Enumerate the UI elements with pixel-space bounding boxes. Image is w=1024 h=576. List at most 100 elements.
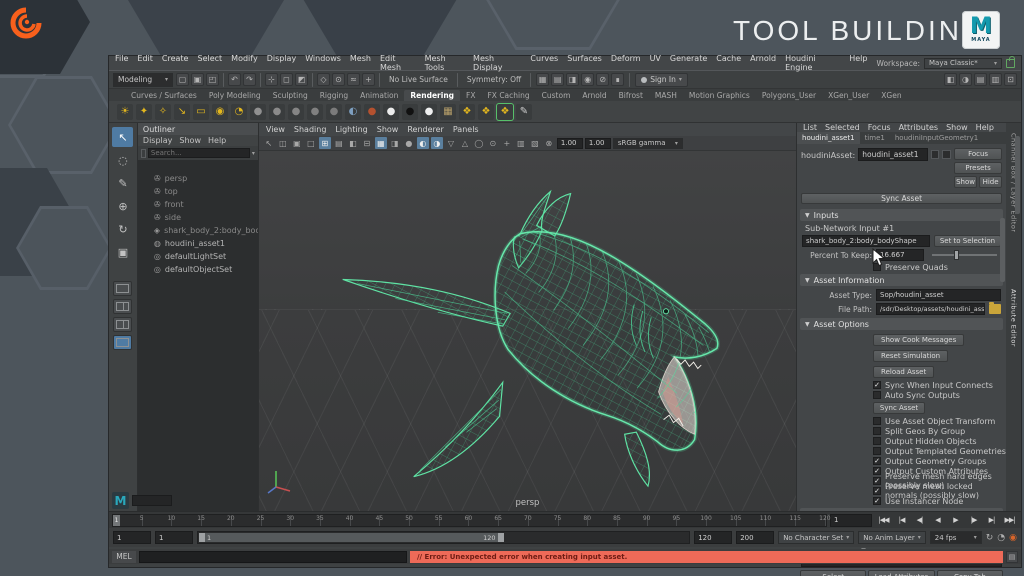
shelf-tool-icon[interactable]: ❖ [478,104,494,120]
timeline-tick[interactable]: 85 [588,515,618,526]
menu-item[interactable]: Modify [231,54,258,72]
menu-item[interactable]: UV [650,54,661,72]
status-icon[interactable]: ⊹ [265,73,278,86]
shelf-tool-icon[interactable]: ❖ [459,104,475,120]
layout-four-pane-button[interactable] [113,317,132,332]
playback-option-icon[interactable]: ↻ [986,533,994,543]
status-icon[interactable] [223,73,224,87]
shelf-tool-icon[interactable]: ◐ [345,104,361,120]
status-icon[interactable]: ▢ [176,73,189,86]
tool-icon[interactable]: ↻ [112,219,133,239]
shelf-tool-icon[interactable]: ● [326,104,342,120]
status-icon[interactable]: ∎ [611,73,624,86]
gamma-field[interactable]: 1.00 [585,138,611,149]
status-icon[interactable]: ⊙ [332,73,345,86]
option-checkbox[interactable] [873,391,881,399]
asset-type-field[interactable]: Sop/houdini_asset [876,289,1001,301]
outliner-item[interactable]: ✇ side [138,211,258,224]
viewport-menu-item[interactable]: Lighting [335,125,367,134]
viewport-display-icon[interactable]: ⊙ [487,137,499,149]
script-editor-button[interactable]: ▤ [1006,551,1018,563]
timeline-tick[interactable]: 50 [380,515,410,526]
tool-icon[interactable]: ▣ [112,242,133,262]
panel-toggle-icon[interactable]: ⊡ [1004,73,1017,86]
option-checkbox[interactable] [873,487,881,495]
percent-to-keep-slider[interactable] [932,254,997,256]
playback-button[interactable]: ◀| [911,514,928,527]
shelf-tool-icon[interactable]: ● [307,104,323,120]
viewport-display-icon[interactable]: ● [403,137,415,149]
shelf-tool-icon[interactable]: ✎ [516,104,532,120]
attribute-editor-footer-button[interactable]: Select [800,570,866,576]
inputs-section-header[interactable]: ▼Inputs [800,209,1003,221]
panel-toggle-icon[interactable]: ◑ [959,73,972,86]
timeline-tick[interactable]: 15 [172,515,202,526]
shelf-tool-icon[interactable]: ❖ [497,104,513,120]
status-icon[interactable]: ◰ [206,73,219,86]
playback-button[interactable]: ▶| [983,514,1000,527]
option-checkbox[interactable] [873,417,881,425]
menu-item[interactable]: File [115,54,128,72]
menu-item[interactable]: Generate [670,54,707,72]
shelf-tool-icon[interactable]: ▭ [193,104,209,120]
timeline-tick[interactable]: 65 [469,515,499,526]
lock-icon[interactable] [1006,59,1015,68]
status-icon[interactable] [312,73,313,87]
live-surface-label[interactable]: No Live Surface [385,75,452,84]
menu-item[interactable]: Display [267,54,297,72]
outliner-scrollbar[interactable] [1015,136,1020,214]
outliner-item[interactable]: ✇ front [138,198,258,211]
status-icon[interactable] [379,73,380,87]
shelf-tool-icon[interactable]: ◔ [231,104,247,120]
node-swatch[interactable] [931,150,940,159]
sign-in-button[interactable]: Sign In [635,73,688,87]
layout-two-pane-button[interactable] [113,299,132,314]
panel-toggle-icon[interactable]: ▤ [974,73,987,86]
attribute-editor-menu-item[interactable]: Help [976,123,994,132]
menu-item[interactable]: Create [162,54,189,72]
shelf-tab[interactable]: Curves / Surfaces [125,90,203,101]
hide-button[interactable]: Hide [979,176,1002,188]
quick-field[interactable] [132,495,172,506]
playback-option-icon[interactable]: ◔ [997,533,1005,543]
status-icon[interactable]: ▤ [551,73,564,86]
outliner-menu-item[interactable]: Show [179,136,201,145]
viewport-display-icon[interactable]: ▣ [291,137,303,149]
timeline-tick[interactable]: 55 [410,515,440,526]
viewport-display-icon[interactable]: ▽ [445,137,457,149]
shelf-tool-icon[interactable]: ● [421,104,437,120]
tool-icon[interactable]: ⊕ [112,196,133,216]
viewport-display-icon[interactable]: ◨ [389,137,401,149]
outliner-menu-item[interactable]: Help [208,136,226,145]
attribute-editor-menu-item[interactable]: Attributes [899,123,939,132]
outliner-item[interactable]: ◈ shark_body_2:body_body [138,224,258,237]
outliner-item[interactable]: ◍ houdini_asset1 [138,237,258,250]
playback-button[interactable]: |▶ [965,514,982,527]
status-icon[interactable]: ◨ [566,73,579,86]
symmetry-dropdown[interactable]: Symmetry: Off [463,75,525,84]
presets-button[interactable]: Presets [954,162,1002,174]
status-icon[interactable] [260,73,261,87]
tool-icon[interactable]: ◌ [112,150,133,170]
timeline-tick[interactable]: 100 [677,515,707,526]
attribute-editor-menu-item[interactable]: Focus [868,123,891,132]
asset-options-header[interactable]: ▼Asset Options [800,318,1003,330]
outliner-item[interactable]: ✇ top [138,185,258,198]
timeline-tick[interactable]: 120 [796,515,826,526]
attribute-editor-menu-item[interactable]: Selected [825,123,860,132]
shelf-tab[interactable]: Bifrost [613,90,649,101]
sync-asset-button[interactable]: Sync Asset [801,193,1002,204]
shelf-tool-icon[interactable]: ◉ [212,104,228,120]
asset-option-button[interactable]: Reload Asset [873,366,934,378]
character-set-dropdown[interactable]: No Character Set [778,531,854,544]
shelf-tab[interactable]: XGen_User [822,90,875,101]
viewport-canvas[interactable]: persp [259,151,796,511]
viewport-display-icon[interactable]: ⊟ [361,137,373,149]
viewport-display-icon[interactable]: ▧ [529,137,541,149]
viewport-display-icon[interactable]: ◐ [417,137,429,149]
timeline-tick[interactable]: 45 [351,515,381,526]
menu-item[interactable]: Curves [530,54,558,72]
exposure-field[interactable]: 1.00 [557,138,583,149]
menu-item[interactable]: Deform [611,54,641,72]
show-button[interactable]: Show [954,176,977,188]
